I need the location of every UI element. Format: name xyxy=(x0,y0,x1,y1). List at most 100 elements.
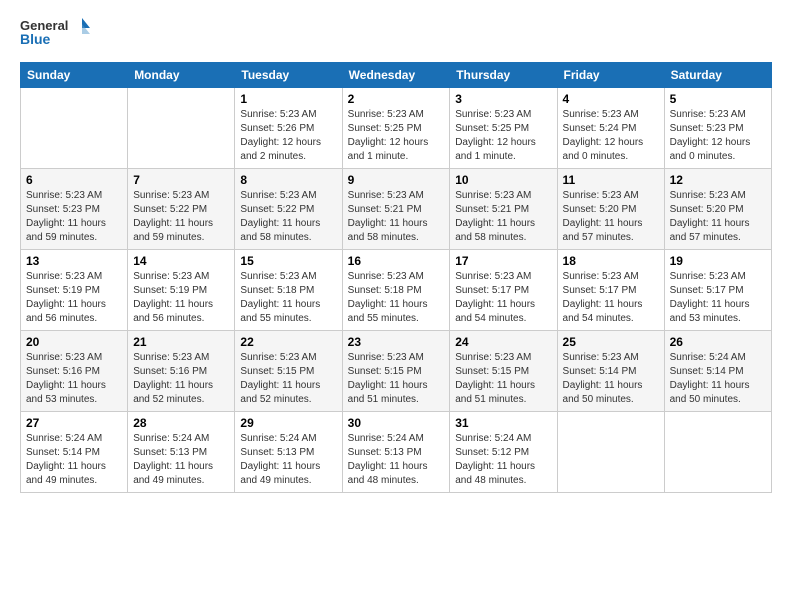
header-day-tuesday: Tuesday xyxy=(235,63,342,88)
day-number: 5 xyxy=(670,92,766,106)
day-info: Sunrise: 5:24 AMSunset: 5:14 PMDaylight:… xyxy=(26,432,122,488)
day-number: 14 xyxy=(133,254,229,268)
calendar-week-1: 1 Sunrise: 5:23 AMSunset: 5:26 PMDaylight… xyxy=(21,88,772,169)
day-info: Sunrise: 5:23 AMSunset: 5:26 PMDaylight:… xyxy=(240,108,336,164)
logo: General Blue xyxy=(20,16,90,52)
header-day-saturday: Saturday xyxy=(664,63,771,88)
day-info: Sunrise: 5:23 AMSunset: 5:21 PMDaylight:… xyxy=(455,189,551,245)
header-day-sunday: Sunday xyxy=(21,63,128,88)
day-number: 1 xyxy=(240,92,336,106)
calendar-cell: 7 Sunrise: 5:23 AMSunset: 5:22 PMDaylight… xyxy=(128,169,235,250)
day-info: Sunrise: 5:24 AMSunset: 5:13 PMDaylight:… xyxy=(133,432,229,488)
day-info: Sunrise: 5:24 AMSunset: 5:12 PMDaylight:… xyxy=(455,432,551,488)
calendar-cell: 30 Sunrise: 5:24 AMSunset: 5:13 PMDayligh… xyxy=(342,412,450,493)
day-number: 7 xyxy=(133,173,229,187)
svg-text:Blue: Blue xyxy=(20,31,51,47)
day-info: Sunrise: 5:23 AMSunset: 5:17 PMDaylight:… xyxy=(563,270,659,326)
calendar-cell: 2 Sunrise: 5:23 AMSunset: 5:25 PMDaylight… xyxy=(342,88,450,169)
day-number: 8 xyxy=(240,173,336,187)
calendar-week-2: 6 Sunrise: 5:23 AMSunset: 5:23 PMDaylight… xyxy=(21,169,772,250)
calendar-cell: 8 Sunrise: 5:23 AMSunset: 5:22 PMDaylight… xyxy=(235,169,342,250)
calendar-cell xyxy=(557,412,664,493)
calendar-week-3: 13 Sunrise: 5:23 AMSunset: 5:19 PMDayligh… xyxy=(21,250,772,331)
header-day-thursday: Thursday xyxy=(450,63,557,88)
calendar-cell: 5 Sunrise: 5:23 AMSunset: 5:23 PMDaylight… xyxy=(664,88,771,169)
calendar-cell: 16 Sunrise: 5:23 AMSunset: 5:18 PMDayligh… xyxy=(342,250,450,331)
calendar-week-5: 27Sunrise: 5:24 AMSunset: 5:14 PMDayligh… xyxy=(21,412,772,493)
day-info: Sunrise: 5:23 AMSunset: 5:20 PMDaylight:… xyxy=(670,189,766,245)
calendar-cell: 24 Sunrise: 5:23 AMSunset: 5:15 PMDayligh… xyxy=(450,331,557,412)
calendar-cell xyxy=(21,88,128,169)
page: General Blue SundayMondayTuesdayWednesda… xyxy=(0,0,792,612)
day-info: Sunrise: 5:24 AMSunset: 5:14 PMDaylight:… xyxy=(670,351,766,407)
day-info: Sunrise: 5:23 AMSunset: 5:18 PMDaylight:… xyxy=(240,270,336,326)
day-info: Sunrise: 5:23 AMSunset: 5:19 PMDaylight:… xyxy=(26,270,122,326)
calendar-cell: 27Sunrise: 5:24 AMSunset: 5:14 PMDayligh… xyxy=(21,412,128,493)
day-info: Sunrise: 5:23 AMSunset: 5:23 PMDaylight:… xyxy=(26,189,122,245)
calendar-cell: 26 Sunrise: 5:24 AMSunset: 5:14 PMDayligh… xyxy=(664,331,771,412)
day-number: 12 xyxy=(670,173,766,187)
calendar-cell: 23 Sunrise: 5:23 AMSunset: 5:15 PMDayligh… xyxy=(342,331,450,412)
day-info: Sunrise: 5:23 AMSunset: 5:23 PMDaylight:… xyxy=(670,108,766,164)
day-info: Sunrise: 5:23 AMSunset: 5:25 PMDaylight:… xyxy=(348,108,445,164)
day-info: Sunrise: 5:23 AMSunset: 5:20 PMDaylight:… xyxy=(563,189,659,245)
day-number: 30 xyxy=(348,416,445,430)
day-info: Sunrise: 5:23 AMSunset: 5:22 PMDaylight:… xyxy=(240,189,336,245)
header: General Blue xyxy=(20,16,772,52)
calendar-cell: 6 Sunrise: 5:23 AMSunset: 5:23 PMDaylight… xyxy=(21,169,128,250)
day-number: 17 xyxy=(455,254,551,268)
day-number: 15 xyxy=(240,254,336,268)
day-info: Sunrise: 5:24 AMSunset: 5:13 PMDaylight:… xyxy=(348,432,445,488)
calendar-cell: 11Sunrise: 5:23 AMSunset: 5:20 PMDayligh… xyxy=(557,169,664,250)
day-info: Sunrise: 5:23 AMSunset: 5:15 PMDaylight:… xyxy=(455,351,551,407)
calendar-cell: 25Sunrise: 5:23 AMSunset: 5:14 PMDayligh… xyxy=(557,331,664,412)
calendar-cell: 21Sunrise: 5:23 AMSunset: 5:16 PMDayligh… xyxy=(128,331,235,412)
calendar-cell xyxy=(664,412,771,493)
header-day-friday: Friday xyxy=(557,63,664,88)
day-number: 10 xyxy=(455,173,551,187)
day-info: Sunrise: 5:23 AMSunset: 5:15 PMDaylight:… xyxy=(348,351,445,407)
day-info: Sunrise: 5:23 AMSunset: 5:24 PMDaylight:… xyxy=(563,108,659,164)
calendar-week-4: 20Sunrise: 5:23 AMSunset: 5:16 PMDayligh… xyxy=(21,331,772,412)
calendar-cell: 28Sunrise: 5:24 AMSunset: 5:13 PMDayligh… xyxy=(128,412,235,493)
day-info: Sunrise: 5:24 AMSunset: 5:13 PMDaylight:… xyxy=(240,432,336,488)
calendar-cell: 29 Sunrise: 5:24 AMSunset: 5:13 PMDayligh… xyxy=(235,412,342,493)
calendar-cell: 14Sunrise: 5:23 AMSunset: 5:19 PMDayligh… xyxy=(128,250,235,331)
day-number: 24 xyxy=(455,335,551,349)
day-info: Sunrise: 5:23 AMSunset: 5:25 PMDaylight:… xyxy=(455,108,551,164)
day-info: Sunrise: 5:23 AMSunset: 5:16 PMDaylight:… xyxy=(26,351,122,407)
day-number: 22 xyxy=(240,335,336,349)
calendar-cell: 10 Sunrise: 5:23 AMSunset: 5:21 PMDayligh… xyxy=(450,169,557,250)
calendar-cell: 17 Sunrise: 5:23 AMSunset: 5:17 PMDayligh… xyxy=(450,250,557,331)
calendar-cell: 9Sunrise: 5:23 AMSunset: 5:21 PMDaylight… xyxy=(342,169,450,250)
calendar-cell: 3Sunrise: 5:23 AMSunset: 5:25 PMDaylight… xyxy=(450,88,557,169)
day-number: 23 xyxy=(348,335,445,349)
day-info: Sunrise: 5:23 AMSunset: 5:16 PMDaylight:… xyxy=(133,351,229,407)
logo-svg: General Blue xyxy=(20,16,90,52)
day-number: 26 xyxy=(670,335,766,349)
day-number: 29 xyxy=(240,416,336,430)
day-number: 2 xyxy=(348,92,445,106)
day-number: 16 xyxy=(348,254,445,268)
day-number: 31 xyxy=(455,416,551,430)
day-info: Sunrise: 5:23 AMSunset: 5:15 PMDaylight:… xyxy=(240,351,336,407)
day-info: Sunrise: 5:23 AMSunset: 5:18 PMDaylight:… xyxy=(348,270,445,326)
calendar-cell: 15 Sunrise: 5:23 AMSunset: 5:18 PMDayligh… xyxy=(235,250,342,331)
calendar-cell: 18Sunrise: 5:23 AMSunset: 5:17 PMDayligh… xyxy=(557,250,664,331)
calendar-cell: 1 Sunrise: 5:23 AMSunset: 5:26 PMDaylight… xyxy=(235,88,342,169)
day-number: 19 xyxy=(670,254,766,268)
day-info: Sunrise: 5:23 AMSunset: 5:22 PMDaylight:… xyxy=(133,189,229,245)
calendar-table: SundayMondayTuesdayWednesdayThursdayFrid… xyxy=(20,62,772,493)
calendar-cell: 4Sunrise: 5:23 AMSunset: 5:24 PMDaylight… xyxy=(557,88,664,169)
day-info: Sunrise: 5:23 AMSunset: 5:17 PMDaylight:… xyxy=(455,270,551,326)
calendar-cell: 22 Sunrise: 5:23 AMSunset: 5:15 PMDayligh… xyxy=(235,331,342,412)
day-number: 13 xyxy=(26,254,122,268)
header-day-wednesday: Wednesday xyxy=(342,63,450,88)
calendar-cell xyxy=(128,88,235,169)
day-number: 6 xyxy=(26,173,122,187)
calendar-cell: 31 Sunrise: 5:24 AMSunset: 5:12 PMDayligh… xyxy=(450,412,557,493)
calendar-cell: 13 Sunrise: 5:23 AMSunset: 5:19 PMDayligh… xyxy=(21,250,128,331)
day-info: Sunrise: 5:23 AMSunset: 5:17 PMDaylight:… xyxy=(670,270,766,326)
calendar-cell: 19 Sunrise: 5:23 AMSunset: 5:17 PMDayligh… xyxy=(664,250,771,331)
calendar-header-row: SundayMondayTuesdayWednesdayThursdayFrid… xyxy=(21,63,772,88)
